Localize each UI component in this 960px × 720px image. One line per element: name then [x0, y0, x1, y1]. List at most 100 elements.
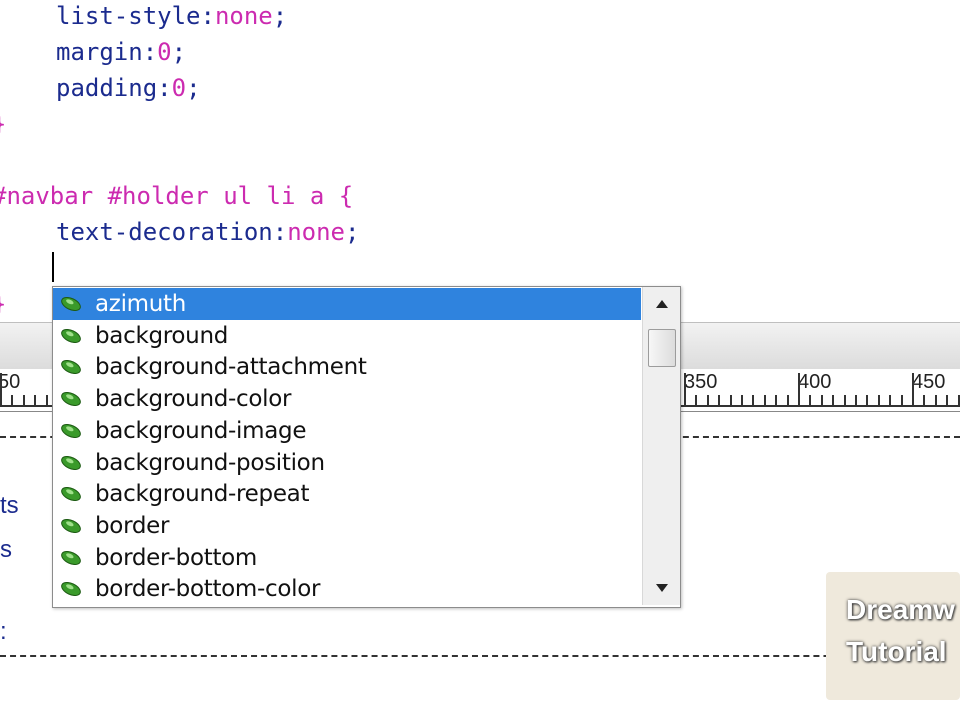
css-property-icon [61, 297, 81, 311]
ruler-label: 350 [684, 371, 718, 393]
css-property-icon [61, 550, 81, 565]
code-hint-item[interactable]: border-bottom [53, 542, 641, 574]
code-line-list-style: list-style:none; [56, 0, 287, 34]
colon: : [272, 218, 288, 246]
code-close-brace-2: } [0, 286, 6, 322]
link-fragment: s [0, 536, 12, 563]
arrow-down-icon [655, 584, 668, 592]
text-caret [52, 252, 54, 282]
ruler-major-tick [684, 373, 686, 407]
code-hint-label: background-position [95, 449, 325, 476]
scroll-down-button[interactable] [643, 575, 680, 601]
code-hint-item[interactable]: background-color [53, 383, 641, 415]
css-property-icon [61, 518, 81, 533]
ruler-minor-tick [695, 395, 697, 407]
ruler-minor-tick [718, 395, 720, 407]
ruler-minor-tick [775, 395, 777, 407]
dashed-guide-bottom [0, 655, 960, 657]
ruler-label: 450 [912, 371, 946, 393]
ruler-minor-tick [787, 395, 789, 407]
ruler-minor-tick [844, 395, 846, 407]
css-property: list-style [56, 2, 201, 30]
ruler-minor-tick [809, 395, 811, 407]
scroll-thumb[interactable] [648, 329, 676, 367]
ruler-minor-tick [730, 395, 732, 407]
ruler-minor-tick [752, 395, 754, 407]
ruler-minor-tick [866, 395, 868, 407]
colon: : [157, 74, 172, 102]
link-fragment: ts [0, 492, 19, 519]
ruler-major-tick [912, 373, 914, 407]
css-property: text-decoration [56, 218, 273, 246]
semicolon: ; [171, 38, 187, 66]
code-line-margin: margin:0; [56, 34, 186, 70]
code-hint-item[interactable]: background [53, 320, 641, 352]
css-value: 0 [171, 74, 187, 102]
link-fragment: : [0, 618, 7, 645]
css-value: none [287, 218, 345, 246]
colon: : [142, 38, 158, 66]
css-value: none [214, 2, 273, 30]
code-selector: #navbar #holder ul li a { [0, 182, 354, 210]
code-hint-label: background-repeat [95, 481, 310, 508]
semicolon: ; [186, 74, 201, 102]
ruler-minor-tick [34, 395, 36, 407]
code-hint-item[interactable]: border-bottom-color [53, 573, 641, 605]
code-hint-label: border [95, 512, 170, 539]
code-line-text-decoration: text-decoration:none; [56, 214, 359, 250]
ruler-minor-tick [923, 395, 925, 407]
ruler-minor-tick [46, 395, 48, 407]
code-hint-item[interactable]: background-repeat [53, 478, 641, 510]
code-hint-item[interactable]: background-position [53, 447, 641, 479]
css-property-icon [61, 328, 81, 343]
ruler-minor-tick [764, 395, 766, 407]
code-hint-item[interactable]: background-image [53, 415, 641, 447]
ruler-minor-tick [889, 395, 891, 407]
css-property-icon [61, 487, 81, 502]
code-hint-item[interactable]: background-attachment [53, 351, 641, 383]
ruler-minor-tick [11, 395, 13, 407]
code-hint-list[interactable]: azimuth background background-attachment ba… [53, 287, 641, 607]
ruler-minor-tick [946, 395, 948, 407]
code-hint-label: border-bottom-color [95, 576, 321, 603]
ruler-minor-tick [855, 395, 857, 407]
code-hint-item[interactable]: azimuth [53, 288, 641, 320]
semicolon: ; [272, 2, 288, 30]
code-hint-label: background-image [95, 417, 307, 444]
ruler-minor-tick [707, 395, 709, 407]
code-hint-item[interactable]: border [53, 510, 641, 542]
semicolon: ; [345, 218, 360, 246]
ruler-minor-tick [23, 395, 25, 407]
watermark-line-1: Dreamw [846, 594, 955, 625]
css-property-icon [61, 423, 81, 438]
ruler-minor-tick [901, 395, 903, 407]
css-property-icon [61, 392, 81, 407]
ruler-label: 400 [798, 371, 832, 393]
code-editor[interactable]: list-style:none; margin:0; padding:0; } … [0, 0, 960, 322]
css-property-icon [61, 455, 81, 470]
css-value: 0 [157, 38, 172, 66]
css-property-icon [61, 360, 81, 375]
code-hint-popup[interactable]: azimuth background background-attachment ba… [52, 286, 681, 608]
colon: : [200, 2, 215, 30]
ruler-minor-tick [741, 395, 743, 407]
code-close-brace: } [0, 106, 6, 142]
code-hint-label: background-attachment [95, 354, 367, 381]
code-hint-label: azimuth [95, 291, 187, 317]
ruler-label: 50 [0, 371, 21, 393]
css-property: padding [56, 74, 158, 102]
ruler-minor-tick [832, 395, 834, 407]
ruler-major-tick [798, 373, 800, 407]
popup-scrollbar[interactable] [642, 287, 680, 605]
ruler-minor-tick [935, 395, 937, 407]
code-hint-label: border-bottom [95, 544, 258, 571]
ruler-major-tick [0, 373, 2, 407]
code-hint-label: background [95, 322, 229, 349]
ruler-minor-tick [821, 395, 823, 407]
css-property: margin [56, 38, 143, 66]
code-hint-label: background-color [95, 386, 292, 413]
scroll-up-button[interactable] [643, 291, 680, 317]
css-property-icon [61, 582, 81, 597]
ruler-minor-tick [878, 395, 880, 407]
tutorial-watermark: Dreamw Tutorial [826, 572, 960, 700]
